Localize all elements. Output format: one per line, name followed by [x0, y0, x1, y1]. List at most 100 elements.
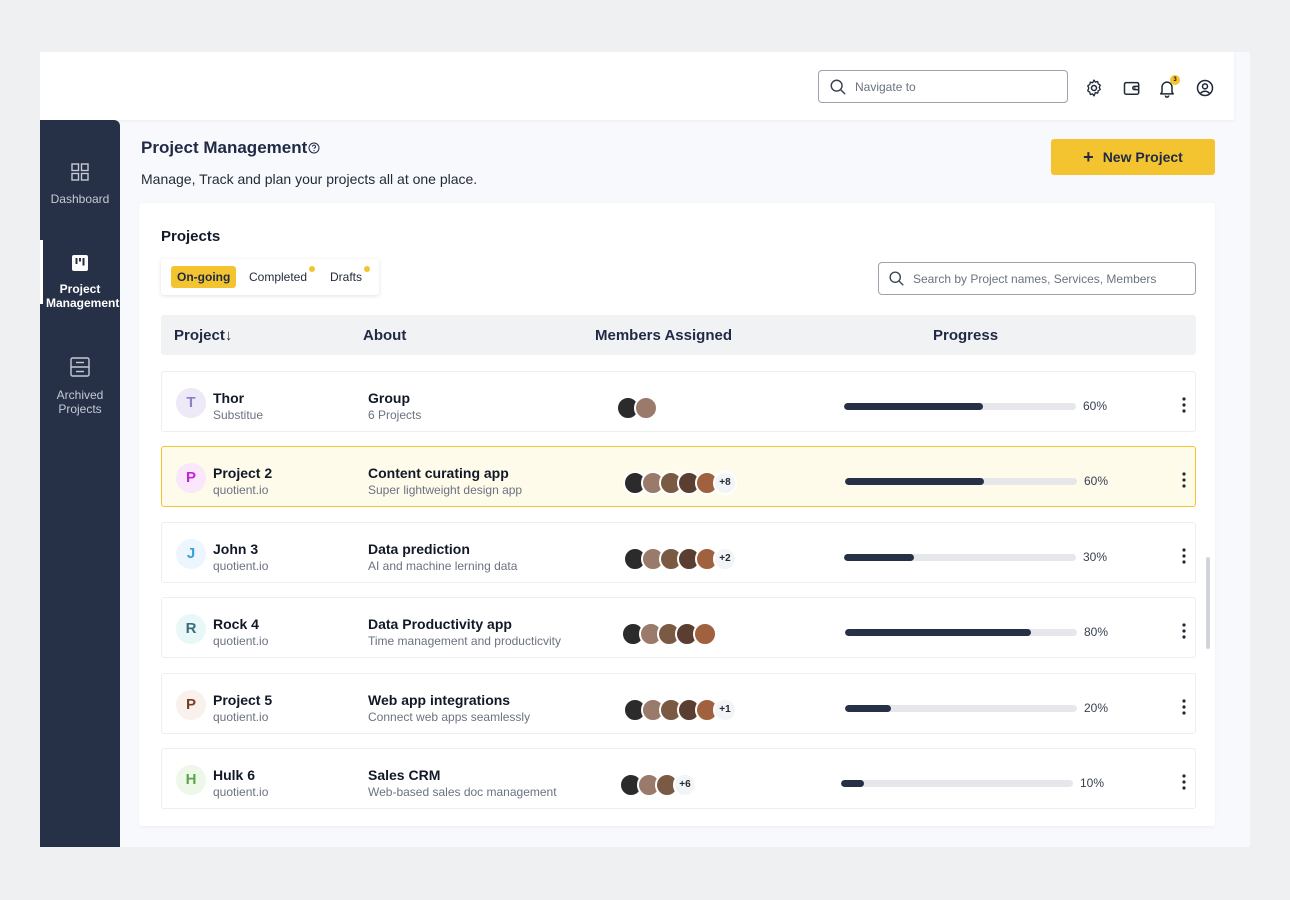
sidebar-item-dashboard[interactable]: Dashboard [40, 162, 120, 206]
table-row[interactable]: P Project 5 quotient.io Web app integration… [161, 673, 1196, 734]
table-header: Project↓ About Members Assigned Progress [161, 315, 1196, 355]
page-title-text: Project Management [141, 138, 308, 157]
project-initial-badge: P [176, 690, 206, 720]
members-assigned: +6 [619, 773, 697, 797]
about-subtitle: AI and machine lerning data [368, 559, 518, 573]
tab-label: Drafts [330, 270, 363, 284]
project-name[interactable]: John 3 [213, 541, 258, 557]
avatar[interactable] [634, 396, 658, 420]
progress-fill [845, 629, 1031, 636]
table-row[interactable]: J John 3 quotient.io Data prediction AI and … [161, 522, 1196, 583]
notifications-button[interactable]: 3 [1157, 75, 1180, 98]
about-title: Data Productivity app [368, 616, 512, 632]
progress-fill [841, 780, 865, 787]
tab-label: On-going [177, 270, 231, 284]
progress-percent: 80% [1084, 625, 1109, 639]
projects-title: Projects [161, 228, 221, 245]
profile-button[interactable] [1195, 78, 1215, 98]
project-search-input[interactable]: Search by Project names, Services, Membe… [878, 262, 1196, 295]
progress-bar [845, 705, 1077, 712]
more-members-badge[interactable]: +1 [713, 698, 737, 722]
about-subtitle: Web-based sales doc management [368, 785, 557, 799]
kebab-menu-icon[interactable] [1180, 622, 1188, 640]
tab-on-going[interactable]: On-going [171, 266, 237, 288]
project-initial-badge: H [176, 765, 206, 795]
more-members-badge[interactable]: +6 [673, 773, 697, 797]
more-members-badge[interactable]: +2 [713, 547, 737, 571]
table-row[interactable]: T Thor Substitue Group 6 Projects 60% [161, 371, 1196, 432]
kebab-menu-icon[interactable] [1180, 471, 1188, 489]
column-project[interactable]: Project↓ [174, 327, 232, 344]
about-subtitle: Super lightweight design app [368, 483, 523, 497]
members-assigned: +2 [623, 547, 737, 571]
sidebar-item-label: Archived Projects [56, 388, 104, 416]
project-initial-badge: R [176, 614, 206, 644]
progress-percent: 10% [1080, 776, 1105, 790]
about-title: Data prediction [368, 541, 470, 557]
project-name[interactable]: Rock 4 [213, 616, 259, 632]
tab-drafts[interactable]: Drafts [324, 266, 371, 288]
progress-fill [844, 403, 984, 410]
about-subtitle: Connect web apps seamlessly [368, 710, 531, 724]
kebab-menu-icon[interactable] [1180, 773, 1188, 791]
avatar[interactable] [693, 622, 717, 646]
table-row[interactable]: H Hulk 6 quotient.io Sales CRM Web-based sal… [161, 748, 1196, 809]
members-assigned [621, 622, 717, 646]
new-project-button[interactable]: + New Project [1051, 139, 1215, 175]
project-name[interactable]: Hulk 6 [213, 767, 255, 783]
settings-button[interactable] [1084, 78, 1104, 98]
members-assigned: +8 [623, 471, 737, 495]
project-initial-badge: T [176, 388, 206, 418]
progress-fill [845, 478, 985, 485]
members-assigned [616, 396, 658, 420]
page-title: Project Management [141, 138, 320, 158]
notification-count-badge: 3 [1170, 75, 1180, 85]
members-assigned: +1 [623, 698, 737, 722]
table-row[interactable]: P Project 2 quotient.io Content curating ap… [161, 446, 1196, 507]
column-members-assigned: Members Assigned [595, 327, 732, 344]
more-members-badge[interactable]: +8 [713, 471, 737, 495]
project-name[interactable]: Thor [213, 390, 244, 406]
progress-fill [845, 705, 892, 712]
progress-bar [844, 403, 1076, 410]
about-subtitle: Time management and producticvity [368, 634, 561, 648]
about-title: Web app integrations [368, 692, 511, 708]
navigate-search-input[interactable]: Navigate to [818, 70, 1068, 103]
progress-bar [841, 780, 1073, 787]
project-name[interactable]: Project 2 [213, 465, 272, 481]
grid-icon [71, 163, 89, 181]
progress-bar [845, 629, 1077, 636]
about-title: Content curating app [368, 465, 509, 481]
user-circle-icon [1196, 79, 1214, 97]
tab-indicator-dot [309, 266, 316, 272]
project-subtitle: Substitue [213, 408, 264, 422]
about-title: Group [368, 390, 410, 406]
project-name[interactable]: Project 5 [213, 692, 272, 708]
about-title: Sales CRM [368, 767, 441, 783]
archive-icon [70, 357, 90, 377]
sidebar-item-archived-projects[interactable]: Archived Projects [40, 356, 120, 416]
wallet-button[interactable] [1122, 78, 1142, 98]
projects-card: Projects On-going Completed Drafts Searc… [139, 203, 1215, 826]
search-icon [889, 271, 904, 286]
kebab-menu-icon[interactable] [1180, 698, 1188, 716]
tab-label: Completed [249, 270, 308, 284]
tab-completed[interactable]: Completed [243, 266, 316, 288]
sidebar-item-project-management[interactable]: Project Management [40, 240, 120, 310]
help-icon[interactable] [308, 142, 320, 154]
project-subtitle: quotient.io [213, 785, 269, 799]
kebab-menu-icon[interactable] [1180, 547, 1188, 565]
project-subtitle: quotient.io [213, 559, 269, 573]
progress-percent: 60% [1084, 474, 1109, 488]
project-subtitle: quotient.io [213, 483, 269, 497]
project-initial-badge: P [176, 463, 206, 493]
page-subtitle: Manage, Track and plan your projects all… [141, 171, 478, 187]
project-initial-badge: J [176, 539, 206, 569]
scrollbar[interactable] [1206, 557, 1210, 649]
progress-bar [845, 478, 1077, 485]
table-row[interactable]: R Rock 4 quotient.io Data Productivity app T… [161, 597, 1196, 658]
progress-fill [844, 554, 914, 561]
kebab-menu-icon[interactable] [1180, 396, 1188, 414]
column-progress: Progress [933, 327, 999, 344]
progress-percent: 20% [1084, 701, 1109, 715]
